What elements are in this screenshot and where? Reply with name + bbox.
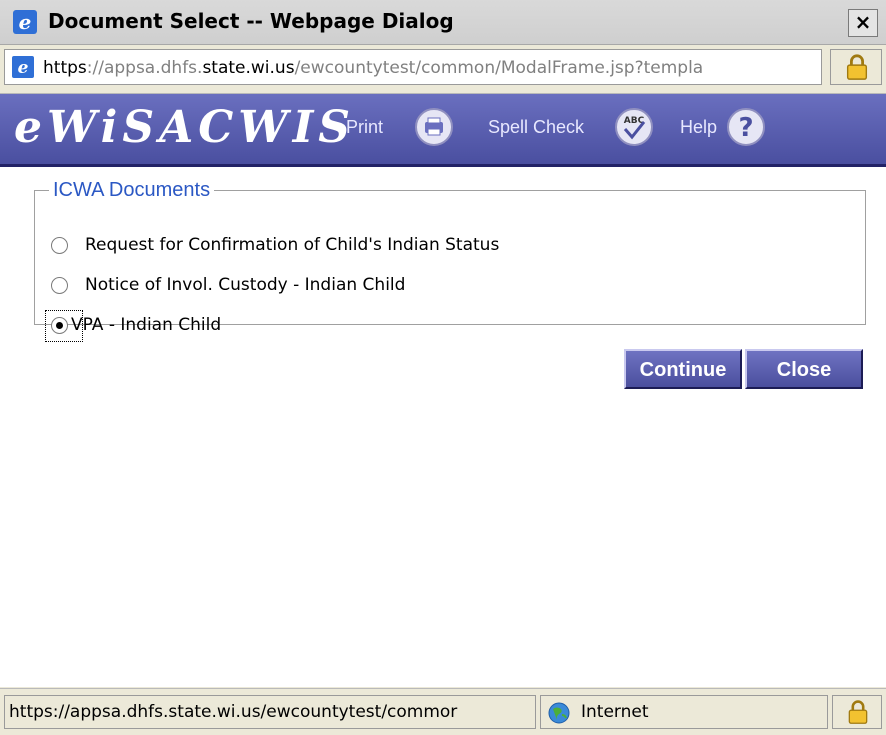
app-header: eWiSACWIS Print Spell Check ABC Help ? — [0, 94, 886, 167]
spell-check-icon[interactable]: ABC — [614, 107, 654, 147]
svg-text:?: ? — [738, 113, 753, 143]
svg-text:e: e — [18, 58, 29, 78]
ie-icon: e — [13, 10, 37, 34]
address-bar: e https://appsa.dhfs.state.wi.us/ewcount… — [0, 45, 886, 94]
radio-button[interactable] — [51, 237, 68, 254]
group-legend: ICWA Documents — [53, 179, 211, 201]
padlock-icon — [848, 700, 868, 724]
dialog-content: ICWA Documents Request for Confirmation … — [0, 167, 886, 687]
status-lock — [832, 695, 882, 729]
status-url: https://appsa.dhfs.state.wi.us/ewcountyt… — [4, 695, 536, 729]
printer-icon[interactable] — [414, 107, 454, 147]
padlock-icon — [846, 54, 868, 80]
option-label[interactable]: Request for Confirmation of Child's Indi… — [85, 235, 499, 255]
page-icon: e — [12, 56, 34, 78]
close-button[interactable]: Close — [745, 349, 863, 389]
zone-label: Internet — [581, 702, 649, 722]
print-link[interactable]: Print — [346, 117, 383, 138]
option-label[interactable]: VPA - Indian Child — [71, 315, 221, 335]
status-bar: https://appsa.dhfs.state.wi.us/ewcountyt… — [0, 688, 886, 735]
help-link[interactable]: Help — [680, 117, 717, 138]
app-logo: eWiSACWIS — [14, 102, 356, 153]
svg-text:e: e — [19, 10, 32, 34]
url-field[interactable]: e https://appsa.dhfs.state.wi.us/ewcount… — [4, 49, 822, 85]
help-icon[interactable]: ? — [726, 107, 766, 147]
security-zone: Internet — [540, 695, 828, 729]
radio-button[interactable] — [51, 277, 68, 294]
security-lock[interactable] — [830, 49, 882, 85]
continue-button[interactable]: Continue — [624, 349, 742, 389]
title-bar: e Document Select -- Webpage Dialog × — [0, 0, 886, 45]
window-title: Document Select -- Webpage Dialog — [48, 9, 454, 33]
spell-check-link[interactable]: Spell Check — [488, 117, 584, 138]
globe-icon — [548, 702, 570, 724]
icwa-documents-group: ICWA Documents Request for Confirmation … — [34, 179, 866, 342]
option-label[interactable]: Notice of Invol. Custody - Indian Child — [85, 275, 405, 295]
radio-button-selected[interactable] — [51, 317, 68, 334]
url-text: https://appsa.dhfs.state.wi.us/ewcountyt… — [43, 58, 704, 78]
close-window-button[interactable]: × — [848, 9, 878, 37]
